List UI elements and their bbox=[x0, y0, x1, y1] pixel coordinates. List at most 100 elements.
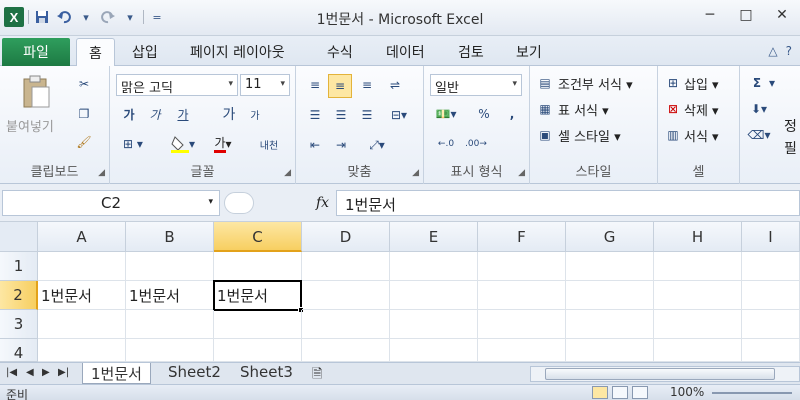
orientation-icon[interactable]: ⤢▾ bbox=[362, 134, 392, 156]
formula-bar-handle[interactable] bbox=[224, 192, 254, 214]
tab-review[interactable]: 검토 bbox=[458, 42, 484, 62]
font-size-dropdown[interactable]: 11 ▾ bbox=[240, 74, 290, 96]
cell-g1[interactable] bbox=[566, 252, 654, 281]
column-header-g[interactable]: G bbox=[566, 222, 654, 252]
row-header-1[interactable]: 1 bbox=[0, 252, 38, 281]
name-box[interactable]: C2 ▾ bbox=[2, 190, 220, 216]
column-header-b[interactable]: B bbox=[126, 222, 214, 252]
cell-b2[interactable]: 1번문서 bbox=[126, 281, 214, 310]
horizontal-scroll-thumb[interactable] bbox=[545, 368, 775, 380]
cell-f2[interactable] bbox=[478, 281, 566, 310]
row-header-2[interactable]: 2 bbox=[0, 281, 38, 310]
sheet-tab-2[interactable]: Sheet2 bbox=[160, 363, 229, 384]
italic-button[interactable]: 가 bbox=[144, 104, 166, 124]
cell-d3[interactable] bbox=[302, 310, 390, 339]
cell-e3[interactable] bbox=[390, 310, 478, 339]
column-header-d[interactable]: D bbox=[302, 222, 390, 252]
cell-a2[interactable]: 1번문서 bbox=[38, 281, 126, 310]
cell-f1[interactable] bbox=[478, 252, 566, 281]
cell-c4[interactable] bbox=[214, 339, 302, 362]
minimize-ribbon-icon[interactable]: △ bbox=[768, 44, 777, 58]
tab-insert[interactable]: 삽입 bbox=[132, 42, 158, 62]
zoom-level[interactable]: 100% bbox=[670, 385, 704, 399]
column-header-h[interactable]: H bbox=[654, 222, 742, 252]
paste-label[interactable]: 붙여넣기 bbox=[6, 116, 54, 135]
clear-icon[interactable]: ⌫▾ bbox=[748, 126, 771, 144]
cut-icon[interactable]: ✂ bbox=[74, 74, 94, 94]
chevron-down-icon[interactable]: ▾ bbox=[208, 197, 213, 207]
sheet-tab-1[interactable]: 1번문서 bbox=[82, 363, 151, 384]
cell-a4[interactable] bbox=[38, 339, 126, 362]
tab-formulas[interactable]: 수식 bbox=[327, 42, 353, 62]
align-right-icon[interactable]: ☰ bbox=[356, 104, 378, 126]
cell-styles-button[interactable]: 셀 스타일 ▾ bbox=[558, 126, 621, 145]
column-header-a[interactable]: A bbox=[38, 222, 126, 252]
row-header-4[interactable]: 4 bbox=[0, 339, 38, 362]
fill-icon[interactable]: ⬇▾ bbox=[748, 100, 770, 118]
comma-button[interactable]: , bbox=[502, 104, 522, 124]
accounting-format-icon[interactable]: 💵▾ bbox=[432, 104, 460, 124]
align-middle-icon[interactable]: ≡ bbox=[328, 74, 352, 98]
align-top-icon[interactable]: ≡ bbox=[304, 74, 326, 96]
format-as-table-button[interactable]: 표 서식 ▾ bbox=[558, 100, 609, 119]
cell-h2[interactable] bbox=[654, 281, 742, 310]
align-bottom-icon[interactable]: ≡ bbox=[356, 74, 378, 96]
cell-i4[interactable] bbox=[742, 339, 800, 362]
cell-f4[interactable] bbox=[478, 339, 566, 362]
minimize-button[interactable]: ─ bbox=[692, 0, 728, 30]
cell-f3[interactable] bbox=[478, 310, 566, 339]
cell-b4[interactable] bbox=[126, 339, 214, 362]
column-header-f[interactable]: F bbox=[478, 222, 566, 252]
cell-e4[interactable] bbox=[390, 339, 478, 362]
number-format-dropdown[interactable]: 일반 ▾ bbox=[430, 74, 522, 96]
cell-e2[interactable] bbox=[390, 281, 478, 310]
decrease-decimal-icon[interactable]: .00→ bbox=[464, 134, 488, 154]
cell-a1[interactable] bbox=[38, 252, 126, 281]
page-break-view-icon[interactable] bbox=[632, 386, 648, 399]
font-family-dropdown[interactable]: 맑은 고딕 ▾ bbox=[116, 74, 238, 96]
cell-c3[interactable] bbox=[214, 310, 302, 339]
font-launcher-icon[interactable]: ◢ bbox=[284, 168, 291, 178]
cell-h4[interactable] bbox=[654, 339, 742, 362]
number-launcher-icon[interactable]: ◢ bbox=[518, 168, 525, 178]
copy-icon[interactable]: ❐ bbox=[74, 104, 94, 124]
cell-g2[interactable] bbox=[566, 281, 654, 310]
sheet-tab-3[interactable]: Sheet3 bbox=[232, 363, 301, 384]
format-painter-icon[interactable]: 🖌 bbox=[74, 132, 94, 152]
alignment-launcher-icon[interactable]: ◢ bbox=[412, 168, 419, 178]
border-icon[interactable]: ⊞ ▾ bbox=[118, 134, 148, 154]
format-cells-button[interactable]: 서식 ▾ bbox=[684, 126, 719, 145]
first-sheet-icon[interactable]: |◀ bbox=[6, 367, 17, 378]
insert-function-icon[interactable]: fx bbox=[316, 195, 329, 211]
cell-i1[interactable] bbox=[742, 252, 800, 281]
column-header-e[interactable]: E bbox=[390, 222, 478, 252]
horizontal-scrollbar[interactable] bbox=[530, 366, 800, 382]
cell-i3[interactable] bbox=[742, 310, 800, 339]
conditional-format-button[interactable]: 조건부 서식 ▾ bbox=[558, 74, 633, 93]
autosum-button[interactable]: Σ bbox=[748, 74, 766, 92]
cell-h1[interactable] bbox=[654, 252, 742, 281]
percent-button[interactable]: % bbox=[474, 104, 494, 124]
paste-icon[interactable] bbox=[18, 74, 54, 110]
bold-button[interactable]: 가 bbox=[118, 104, 140, 124]
cell-d1[interactable] bbox=[302, 252, 390, 281]
cell-e1[interactable] bbox=[390, 252, 478, 281]
align-center-icon[interactable]: ☰ bbox=[330, 104, 352, 126]
cell-a3[interactable] bbox=[38, 310, 126, 339]
underline-button[interactable]: 가 bbox=[170, 104, 196, 124]
column-header-c[interactable]: C bbox=[214, 222, 302, 252]
normal-view-icon[interactable] bbox=[592, 386, 608, 399]
close-button[interactable]: ✕ bbox=[764, 0, 800, 30]
cell-h3[interactable] bbox=[654, 310, 742, 339]
chevron-down-icon[interactable]: ▾ bbox=[766, 74, 778, 92]
delete-cells-button[interactable]: 삭제 ▾ bbox=[684, 100, 719, 119]
merge-center-icon[interactable]: ⊟▾ bbox=[384, 104, 414, 126]
insert-cells-button[interactable]: 삽입 ▾ bbox=[684, 74, 719, 93]
tab-home[interactable]: 홈 bbox=[76, 38, 115, 67]
tab-page-layout[interactable]: 페이지 레이아웃 bbox=[190, 42, 285, 62]
cell-c1[interactable] bbox=[214, 252, 302, 281]
column-header-i[interactable]: I bbox=[742, 222, 800, 252]
row-header-3[interactable]: 3 bbox=[0, 310, 38, 339]
zoom-slider[interactable] bbox=[712, 392, 792, 394]
increase-indent-icon[interactable]: ⇥ bbox=[330, 134, 352, 156]
